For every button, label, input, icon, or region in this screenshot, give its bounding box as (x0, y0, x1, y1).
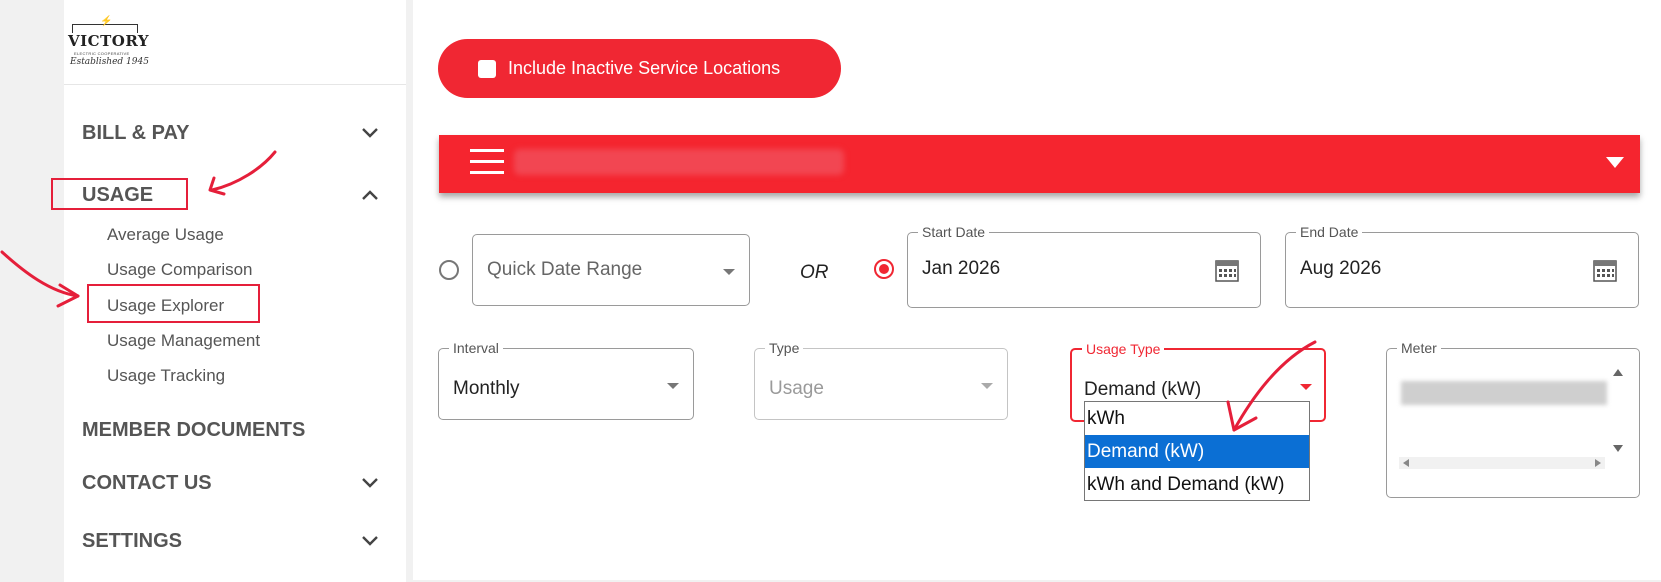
bolt-icon: ⚡ (100, 16, 113, 27)
annotation-box-usage (51, 178, 188, 210)
caret-down-icon (667, 383, 679, 389)
chevron-down-icon (362, 478, 378, 488)
type-value: Usage (769, 378, 824, 399)
victory-logo[interactable]: ⚡ VICTORY ELECTRIC COOPERATIVE Establish… (64, 10, 406, 85)
nav-member-documents-label: MEMBER DOCUMENTS (82, 418, 306, 441)
start-date-value: Jan 2026 (922, 258, 1001, 279)
nav-contact-us[interactable]: CONTACT US (82, 468, 382, 498)
chevron-down-icon (362, 536, 378, 546)
scroll-up-icon[interactable] (1613, 369, 1623, 376)
interval-label: Interval (449, 340, 503, 356)
meter-label: Meter (1397, 340, 1441, 356)
hamburger-menu-icon[interactable] (470, 149, 504, 177)
date-range-radio[interactable] (874, 259, 894, 279)
caret-down-icon (1300, 384, 1312, 390)
usage-type-option-kwh[interactable]: kWh (1085, 402, 1309, 435)
quick-date-range-select[interactable]: Quick Date Range (472, 234, 750, 306)
caret-down-icon (981, 383, 993, 389)
logo-wordmark: VICTORY (68, 32, 150, 50)
nav-average-usage[interactable]: Average Usage (107, 225, 224, 245)
usage-type-value: Demand (kW) (1084, 379, 1202, 400)
caret-down-icon[interactable] (1606, 157, 1624, 168)
nav-settings-label: SETTINGS (82, 529, 183, 552)
calendar-icon[interactable] (1592, 257, 1618, 283)
chevron-down-icon (362, 128, 378, 138)
nav-bill-pay-label: BILL & PAY (82, 121, 190, 144)
start-date-field[interactable]: Start Date Jan 2026 (907, 224, 1261, 308)
usage-type-option-demand[interactable]: Demand (kW) (1085, 435, 1309, 468)
meter-list[interactable]: Meter (1386, 340, 1640, 498)
nav-usage-comparison[interactable]: Usage Comparison (107, 260, 253, 280)
end-date-value: Aug 2026 (1300, 258, 1382, 279)
or-label: OR (800, 262, 829, 283)
quick-date-range-radio[interactable] (439, 260, 459, 280)
include-inactive-label: Include Inactive Service Locations (508, 58, 781, 78)
quick-date-range-placeholder: Quick Date Range (487, 259, 643, 280)
interval-value: Monthly (453, 378, 520, 399)
horizontal-scrollbar[interactable] (1399, 457, 1605, 469)
scroll-right-icon[interactable] (1595, 459, 1601, 467)
scroll-left-icon[interactable] (1403, 459, 1409, 467)
calendar-icon[interactable] (1214, 257, 1240, 283)
nav-usage-management[interactable]: Usage Management (107, 331, 260, 351)
scroll-down-icon[interactable] (1613, 445, 1623, 452)
logo-established: Established 1945 (70, 57, 149, 67)
service-location-redacted (514, 149, 844, 175)
end-date-label: End Date (1296, 224, 1363, 240)
meter-item-redacted[interactable] (1401, 381, 1607, 405)
start-date-label: Start Date (918, 224, 990, 240)
nav-member-documents[interactable]: MEMBER DOCUMENTS (82, 415, 382, 445)
nav-settings[interactable]: SETTINGS (82, 526, 382, 556)
usage-type-label: Usage Type (1082, 341, 1165, 357)
service-location-bar[interactable] (439, 135, 1640, 193)
nav-usage-tracking[interactable]: Usage Tracking (107, 366, 225, 386)
interval-select[interactable]: Interval Monthly (438, 340, 694, 420)
type-select[interactable]: Type Usage (754, 340, 1008, 420)
caret-down-icon (723, 269, 735, 275)
chevron-up-icon (362, 190, 378, 200)
annotation-box-usage-explorer (87, 284, 260, 323)
usage-type-dropdown: kWh Demand (kW) kWh and Demand (kW) (1084, 401, 1310, 501)
logo-tagline: ELECTRIC COOPERATIVE (74, 51, 130, 56)
nav-contact-us-label: CONTACT US (82, 471, 212, 494)
end-date-field[interactable]: End Date Aug 2026 (1285, 224, 1639, 308)
nav-bill-pay[interactable]: BILL & PAY (82, 118, 382, 148)
usage-type-option-kwh-and-demand[interactable]: kWh and Demand (kW) (1085, 468, 1309, 501)
include-inactive-toggle[interactable]: Include Inactive Service Locations (438, 39, 841, 98)
type-label: Type (765, 340, 804, 356)
include-inactive-checkbox[interactable] (478, 59, 496, 78)
